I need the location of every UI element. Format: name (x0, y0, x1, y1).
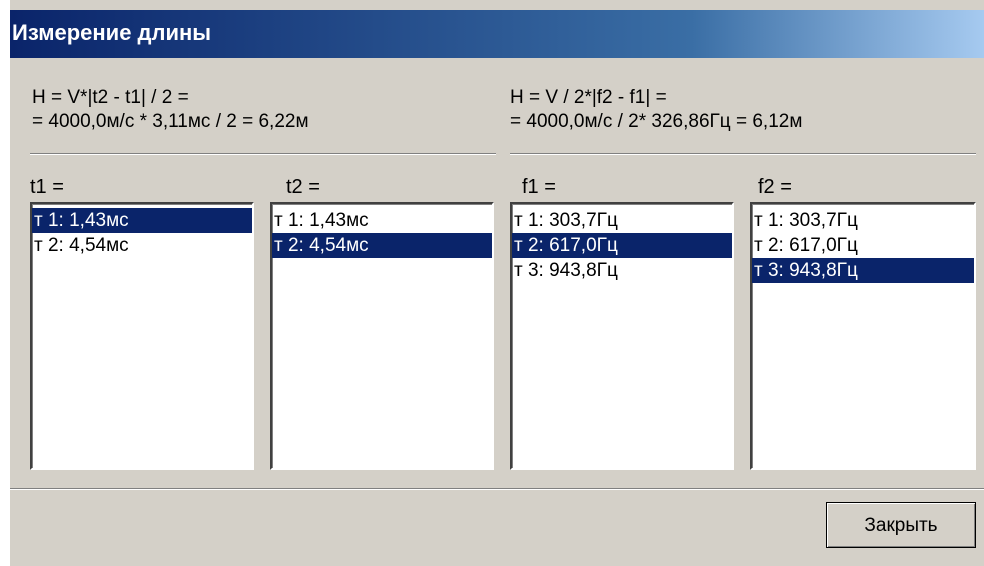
list-item[interactable]: т 1: 303,7Гц (512, 208, 732, 233)
list-item[interactable]: т 1: 303,7Гц (752, 208, 974, 233)
time-formula-line1: H = V*|t2 - t1| / 2 = (32, 87, 189, 108)
list-item[interactable]: т 1: 1,43мс (32, 208, 252, 233)
list-item[interactable]: т 2: 4,54мс (272, 233, 492, 258)
list-item[interactable]: т 1: 1,43мс (272, 208, 492, 233)
frequency-formula-line1: H = V / 2*|f2 - f1| = (510, 87, 667, 108)
list-item[interactable]: т 3: 943,8Гц (752, 258, 974, 283)
frequency-separator (510, 153, 976, 155)
f1-listbox[interactable]: т 1: 303,7Гц т 2: 617,0Гц т 3: 943,8Гц (510, 202, 734, 470)
list-item[interactable]: т 2: 617,0Гц (512, 233, 732, 258)
time-formula-line2: = 4000,0м/с * 3,11мс / 2 = 6,22м (32, 111, 309, 132)
t2-label: t2 = (286, 176, 320, 198)
list-item[interactable]: т 2: 617,0Гц (752, 233, 974, 258)
f2-listbox[interactable]: т 1: 303,7Гц т 2: 617,0Гц т 3: 943,8Гц (750, 202, 976, 470)
t1-label: t1 = (30, 176, 64, 198)
time-separator (30, 153, 496, 155)
footer-separator (10, 488, 984, 490)
f1-label: f1 = (522, 176, 556, 198)
time-formula: H = V*|t2 - t1| / 2 = = 4000,0м/с * 3,11… (32, 86, 309, 134)
measure-length-dialog: Измерение длины H = V*|t2 - t1| / 2 = = … (10, 0, 984, 566)
frequency-formula: H = V / 2*|f2 - f1| = = 4000,0м/с / 2* 3… (510, 86, 802, 134)
list-item[interactable]: т 3: 943,8Гц (512, 258, 732, 283)
title-bar[interactable]: Измерение длины (10, 10, 984, 58)
list-item[interactable]: т 2: 4,54мс (32, 233, 252, 258)
close-button[interactable]: Закрыть (826, 502, 976, 548)
f2-label: f2 = (758, 176, 792, 198)
window-title: Измерение длины (12, 20, 212, 45)
t1-listbox[interactable]: т 1: 1,43мс т 2: 4,54мс (30, 202, 254, 470)
t2-listbox[interactable]: т 1: 1,43мс т 2: 4,54мс (270, 202, 494, 470)
frequency-formula-line2: = 4000,0м/с / 2* 326,86Гц = 6,12м (510, 111, 803, 132)
